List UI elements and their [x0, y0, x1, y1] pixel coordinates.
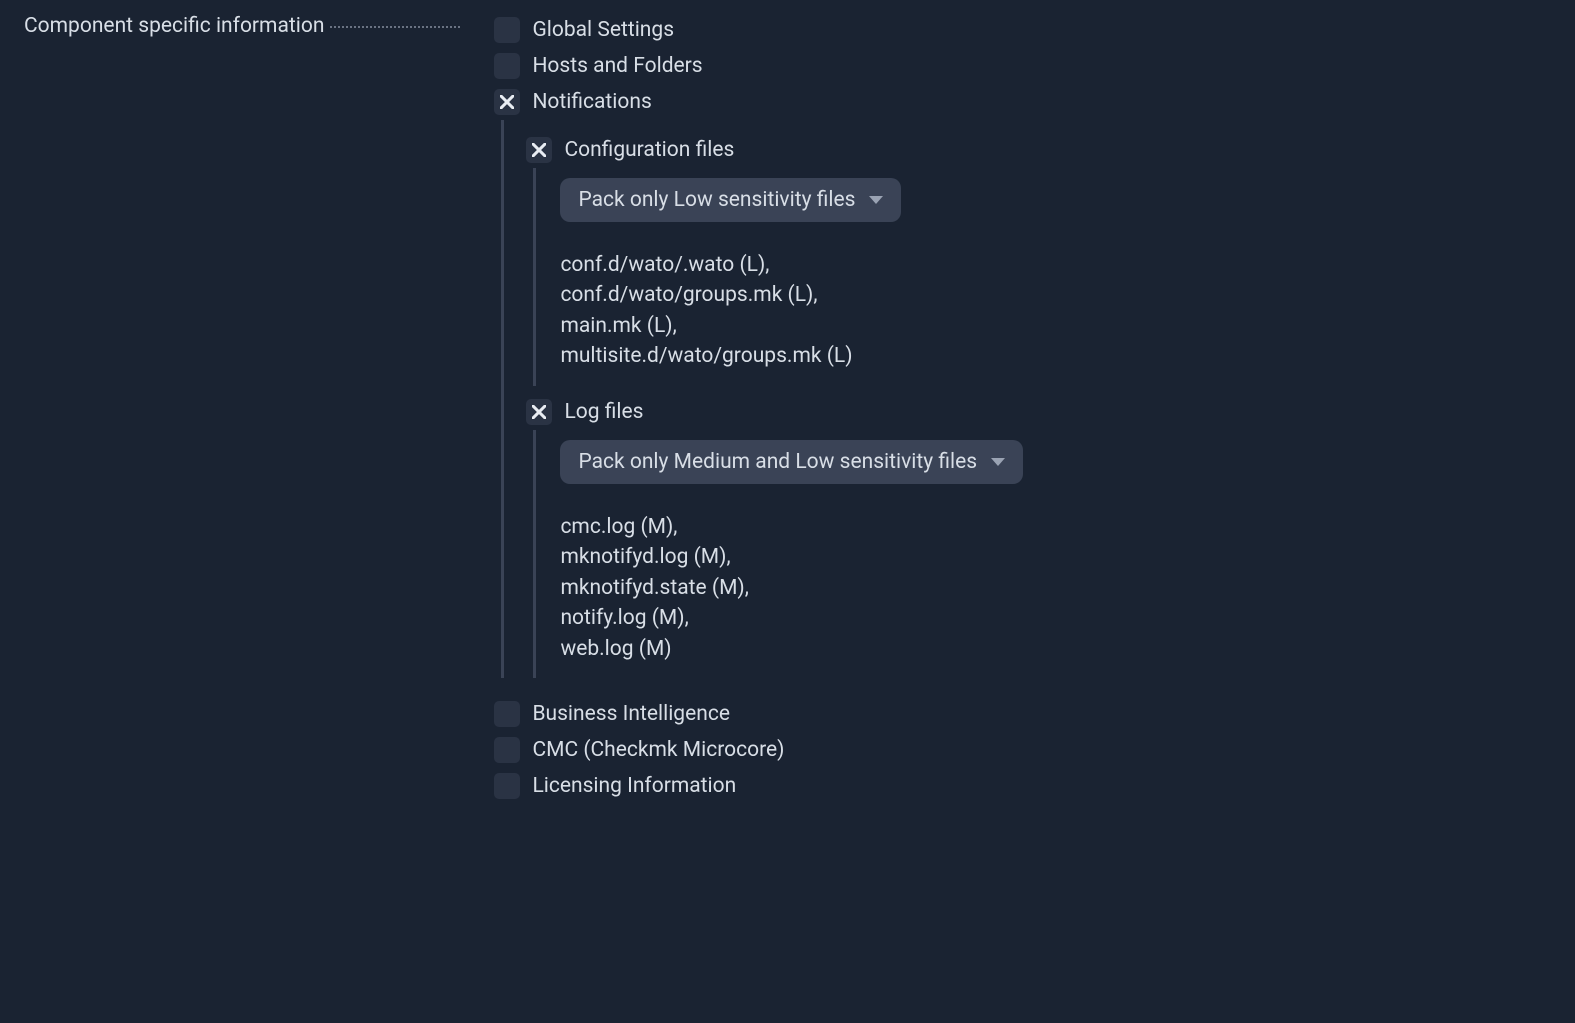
checkbox-unchecked[interactable] [494, 701, 520, 727]
config-file-list: conf.d/wato/.wato (L), conf.d/wato/group… [560, 250, 1023, 372]
sub-item-label: Log files [564, 400, 643, 424]
component-item-cmc[interactable]: CMC (Checkmk Microcore) [494, 732, 1023, 768]
component-item-label: Business Intelligence [532, 702, 730, 726]
sub-item-label: Configuration files [564, 138, 734, 162]
checkbox-checked[interactable] [494, 89, 520, 115]
dotted-leader [330, 26, 460, 28]
file-entry: mknotifyd.log (M), [560, 542, 1023, 572]
file-entry: main.mk (L), [560, 311, 1023, 341]
file-entry: conf.d/wato/.wato (L), [560, 250, 1023, 280]
file-entry: web.log (M) [560, 634, 1023, 664]
component-item-global-settings[interactable]: Global Settings [494, 12, 1023, 48]
component-item-licensing[interactable]: Licensing Information [494, 768, 1023, 804]
row-label: Component specific information [24, 14, 324, 38]
component-item-label: Hosts and Folders [532, 54, 702, 78]
dropdown-label: Pack only Medium and Low sensitivity fil… [578, 450, 977, 474]
file-entry: conf.d/wato/groups.mk (L), [560, 280, 1023, 310]
component-item-label: Notifications [532, 90, 651, 114]
component-item-notifications[interactable]: Notifications [494, 84, 1023, 120]
component-specific-info-row: Component specific information Global Se… [24, 12, 1551, 804]
dropdown-label: Pack only Low sensitivity files [578, 188, 855, 212]
file-entry: cmc.log (M), [560, 512, 1023, 542]
configuration-files-details: Pack only Low sensitivity files conf.d/w… [533, 168, 1023, 386]
sub-item-configuration-files[interactable]: Configuration files [526, 132, 1023, 168]
caret-down-icon [991, 458, 1005, 466]
close-x-icon [532, 405, 546, 419]
component-list: Global Settings Hosts and Folders Notifi… [494, 12, 1023, 804]
sensitivity-select-log[interactable]: Pack only Medium and Low sensitivity fil… [560, 440, 1023, 484]
row-label-container: Component specific information [24, 12, 460, 38]
component-item-label: Licensing Information [532, 774, 736, 798]
component-item-label: Global Settings [532, 18, 674, 42]
checkbox-unchecked[interactable] [494, 53, 520, 79]
component-item-label: CMC (Checkmk Microcore) [532, 738, 784, 762]
close-x-icon [500, 95, 514, 109]
component-item-business-intelligence[interactable]: Business Intelligence [494, 696, 1023, 732]
sub-item-log-files[interactable]: Log files [526, 394, 1023, 430]
checkbox-unchecked[interactable] [494, 773, 520, 799]
notifications-children: Configuration files Pack only Low sensit… [501, 120, 1023, 678]
component-item-hosts-and-folders[interactable]: Hosts and Folders [494, 48, 1023, 84]
log-file-list: cmc.log (M), mknotifyd.log (M), mknotify… [560, 512, 1023, 664]
file-entry: multisite.d/wato/groups.mk (L) [560, 341, 1023, 371]
checkbox-checked[interactable] [526, 137, 552, 163]
file-entry: mknotifyd.state (M), [560, 573, 1023, 603]
checkbox-checked[interactable] [526, 399, 552, 425]
file-entry: notify.log (M), [560, 603, 1023, 633]
caret-down-icon [869, 196, 883, 204]
checkbox-unchecked[interactable] [494, 737, 520, 763]
close-x-icon [532, 143, 546, 157]
log-files-details: Pack only Medium and Low sensitivity fil… [533, 430, 1023, 678]
checkbox-unchecked[interactable] [494, 17, 520, 43]
sensitivity-select-config[interactable]: Pack only Low sensitivity files [560, 178, 901, 222]
